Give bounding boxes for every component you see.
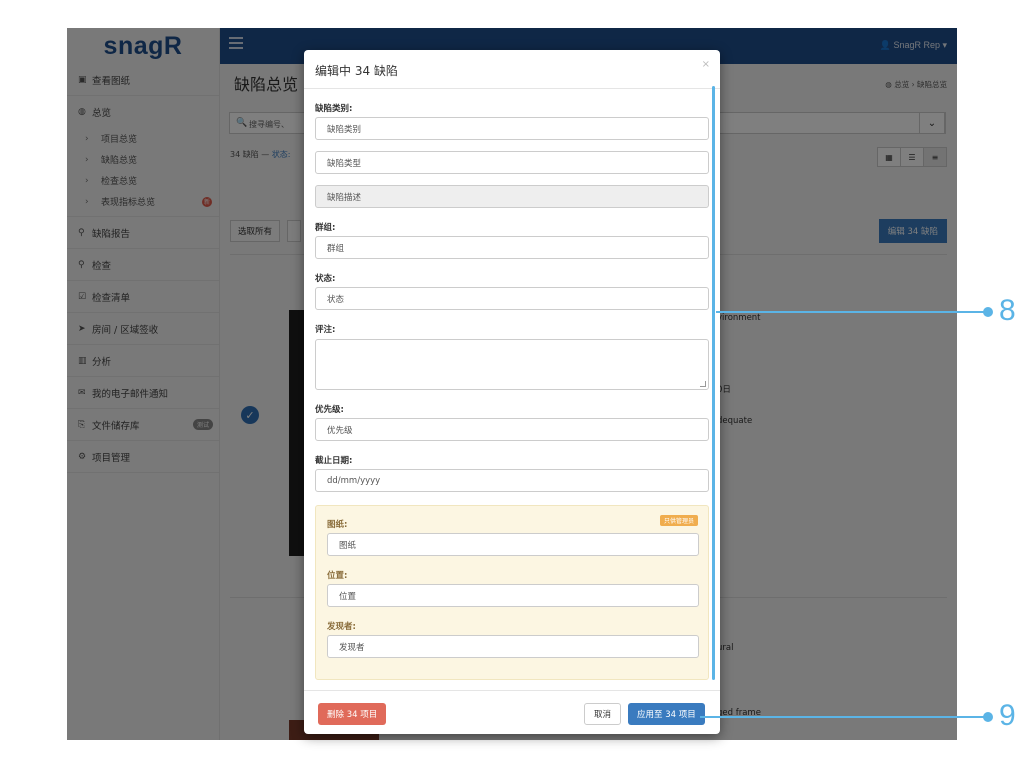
dialog-scrollbar[interactable] (712, 86, 715, 680)
bulk-edit-dialog: 编辑中 34 缺陷 × 缺陷类别: 缺陷类别 缺陷类型 缺陷描述 群组: 群组 … (304, 50, 720, 734)
type-field[interactable]: 缺陷类型 (315, 151, 709, 174)
finder-label: 发现者: (327, 622, 356, 632)
callout-dot-9 (983, 712, 993, 722)
category-label: 缺陷类别: (315, 104, 353, 114)
callout-number-9: 9 (999, 699, 1016, 732)
priority-label: 优先级: (315, 405, 344, 415)
group-field[interactable]: 群组 (315, 236, 709, 259)
priority-field[interactable]: 优先级 (315, 418, 709, 441)
group-label: 群组: (315, 223, 336, 233)
admin-only-badge: 只供管理员 (659, 515, 698, 526)
drawing-label: 图纸: (327, 520, 348, 530)
drawing-field[interactable]: 图纸 (327, 533, 699, 556)
location-field[interactable]: 位置 (327, 584, 699, 607)
callout-line-9 (700, 716, 986, 718)
cancel-button[interactable]: 取消 (584, 703, 622, 725)
delete-items-button[interactable]: 删除 34 项目 (318, 703, 387, 725)
status-field[interactable]: 状态 (315, 287, 709, 310)
dialog-body: 缺陷类别: 缺陷类别 缺陷类型 缺陷描述 群组: 群组 状态: 状态 评注: 优… (304, 90, 720, 690)
category-field[interactable]: 缺陷类别 (315, 117, 709, 140)
due-date-label: 截止日期: (315, 456, 353, 466)
admin-only-section: 只供管理员 图纸: 图纸 位置: 位置 发现者: 发现者 (315, 505, 709, 680)
status-label: 状态: (315, 274, 336, 284)
comment-label: 评注: (315, 325, 336, 335)
dialog-footer: 删除 34 项目 取消 应用至 34 项目 (304, 690, 720, 734)
finder-field[interactable]: 发现者 (327, 635, 699, 658)
dialog-title: 编辑中 34 缺陷 (315, 64, 398, 78)
callout-line-8 (716, 311, 986, 313)
location-label: 位置: (327, 571, 348, 581)
comment-textarea[interactable] (315, 339, 709, 390)
close-icon[interactable]: × (702, 59, 710, 70)
callout-dot-8 (983, 307, 993, 317)
apply-button[interactable]: 应用至 34 项目 (628, 703, 705, 725)
callout-number-8: 8 (999, 294, 1016, 327)
due-date-field[interactable]: dd/mm/yyyy (315, 469, 709, 492)
dialog-header: 编辑中 34 缺陷 × (304, 50, 720, 89)
description-field: 缺陷描述 (315, 185, 709, 208)
